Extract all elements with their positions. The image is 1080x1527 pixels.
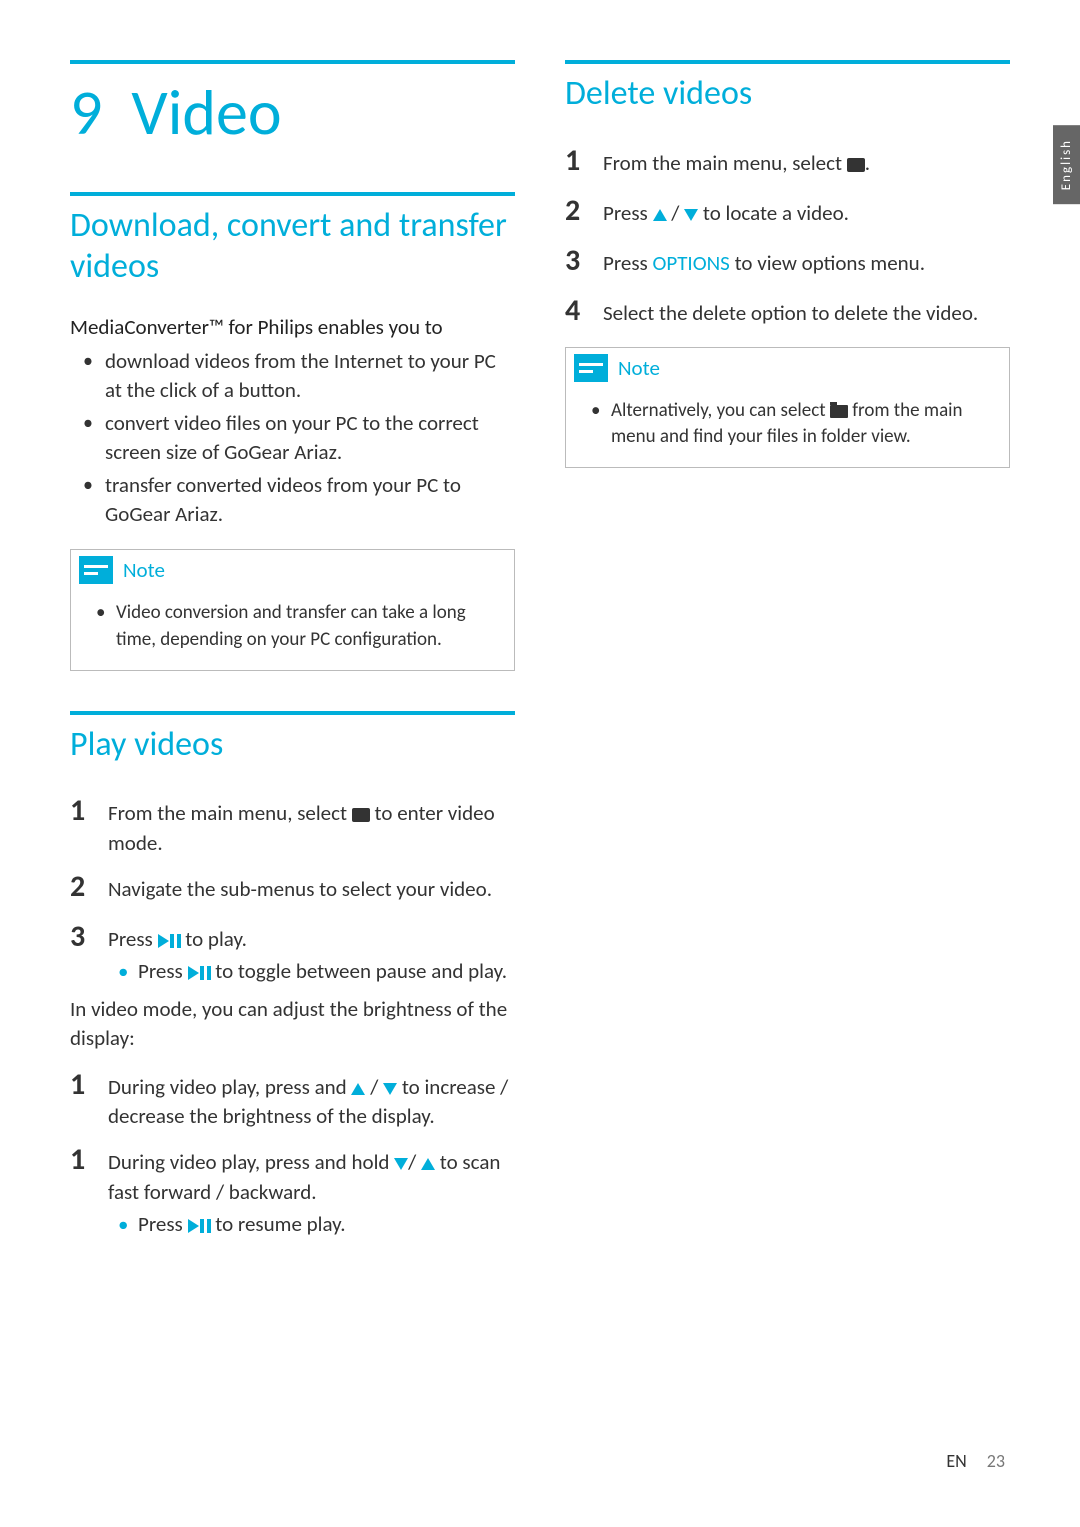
step-text: / bbox=[408, 1149, 421, 1175]
delete-steps: 1 From the main menu, select . 2 Press /… bbox=[565, 140, 1010, 332]
page-content: 9 Video Download, convert and transfer v… bbox=[0, 0, 1080, 1308]
sub-bullet: Press to toggle between pause and play. bbox=[108, 957, 515, 986]
step-number: 3 bbox=[565, 240, 603, 282]
step-number: 1 bbox=[70, 1139, 108, 1181]
video-icon bbox=[352, 808, 370, 822]
note-icon bbox=[79, 556, 113, 584]
sub-text: Press bbox=[138, 958, 188, 984]
step-number: 3 bbox=[70, 916, 108, 958]
down-arrow-icon bbox=[383, 1083, 397, 1095]
delete-step-3: 3 Press OPTIONS to view options menu. bbox=[565, 240, 1010, 282]
note-header: Note bbox=[71, 550, 514, 590]
list-item: convert video files on your PC to the co… bbox=[105, 409, 515, 468]
page-footer: EN 23 bbox=[946, 1450, 1005, 1472]
footer-page-number: 23 bbox=[987, 1450, 1005, 1472]
step-text: From the main menu, select bbox=[603, 150, 847, 176]
play-steps: 1 From the main menu, select to enter vi… bbox=[70, 790, 515, 987]
step-text: / bbox=[365, 1074, 383, 1100]
note-header: Note bbox=[566, 348, 1009, 388]
step-text: Select the delete option to delete the v… bbox=[603, 299, 1010, 328]
footer-language: EN bbox=[946, 1450, 966, 1472]
down-arrow-icon bbox=[684, 209, 698, 221]
intro-suffix: for Philips enables you to bbox=[224, 314, 443, 340]
note-text: Alternatively, you can select from the m… bbox=[596, 398, 989, 451]
step-text: During video play, press and bbox=[108, 1074, 351, 1100]
step-text: From the main menu, select bbox=[108, 800, 352, 826]
sub-text: Press bbox=[138, 1211, 188, 1237]
step-number: 4 bbox=[565, 290, 603, 332]
section-download-title: Download, convert and transfer videos bbox=[70, 192, 515, 288]
note-body: Video conversion and transfer can take a… bbox=[71, 590, 514, 669]
mediaconverter-intro: MediaConverter™ for Philips enables you … bbox=[70, 313, 515, 342]
step-2: 2 Navigate the sub-menus to select your … bbox=[70, 866, 515, 908]
step-text: Press bbox=[603, 200, 653, 226]
note-text: Video conversion and transfer can take a… bbox=[101, 600, 494, 653]
language-tab: English bbox=[1053, 125, 1080, 204]
up-arrow-icon bbox=[351, 1083, 365, 1095]
step-text: Press bbox=[108, 926, 158, 952]
step-text: to play. bbox=[181, 926, 247, 952]
step-text: . bbox=[865, 150, 870, 176]
note-box-alternative: Note Alternatively, you can select from … bbox=[565, 347, 1010, 468]
step-text: to locate a video. bbox=[698, 200, 849, 226]
step-number: 2 bbox=[565, 190, 603, 232]
sub-text: to toggle between pause and play. bbox=[211, 958, 508, 984]
step-text: to view options menu. bbox=[730, 250, 925, 276]
section-delete-title: Delete videos bbox=[565, 60, 1010, 115]
note-label: Note bbox=[123, 557, 165, 583]
down-arrow-icon bbox=[394, 1158, 408, 1170]
features-list: download videos from the Internet to you… bbox=[70, 347, 515, 529]
step-number: 1 bbox=[565, 140, 603, 182]
sub-text: to resume play. bbox=[211, 1211, 346, 1237]
step-number: 2 bbox=[70, 866, 108, 908]
list-item: download videos from the Internet to you… bbox=[105, 347, 515, 406]
step-text: / bbox=[667, 200, 685, 226]
scan-step: 1 During video play, press and hold / to… bbox=[70, 1139, 515, 1239]
chapter-name: Video bbox=[131, 74, 281, 152]
play-pause-icon bbox=[188, 1219, 211, 1233]
sub-item: Press to resume play. bbox=[138, 1210, 515, 1239]
sub-bullet: Press to resume play. bbox=[108, 1210, 515, 1239]
note-box-conversion: Note Video conversion and transfer can t… bbox=[70, 549, 515, 670]
note-body: Alternatively, you can select from the m… bbox=[566, 388, 1009, 467]
brightness-steps: 1 During video play, press and / to incr… bbox=[70, 1064, 515, 1240]
delete-step-2: 2 Press / to locate a video. bbox=[565, 190, 1010, 232]
step-number: 1 bbox=[70, 790, 108, 832]
note-label: Note bbox=[618, 355, 660, 381]
step-text: During video play, press and hold bbox=[108, 1149, 394, 1175]
folder-icon bbox=[830, 405, 848, 418]
sub-item: Press to toggle between pause and play. bbox=[138, 957, 515, 986]
note-icon bbox=[574, 354, 608, 382]
video-icon bbox=[847, 158, 865, 172]
note-before: Alternatively, you can select bbox=[611, 399, 830, 422]
chapter-title: 9 Video bbox=[70, 60, 515, 152]
right-column: Delete videos 1 From the main menu, sele… bbox=[565, 60, 1010, 1248]
step-text: Navigate the sub-menus to select your vi… bbox=[108, 875, 515, 904]
brightness-step: 1 During video play, press and / to incr… bbox=[70, 1064, 515, 1132]
delete-step-4: 4 Select the delete option to delete the… bbox=[565, 290, 1010, 332]
mediaconverter-name: MediaConverter™ bbox=[70, 314, 224, 340]
play-pause-icon bbox=[188, 966, 211, 980]
delete-step-1: 1 From the main menu, select . bbox=[565, 140, 1010, 182]
left-column: 9 Video Download, convert and transfer v… bbox=[70, 60, 515, 1248]
step-1: 1 From the main menu, select to enter vi… bbox=[70, 790, 515, 858]
play-pause-icon bbox=[158, 934, 181, 948]
up-arrow-icon bbox=[653, 209, 667, 221]
section-play-title: Play videos bbox=[70, 711, 515, 766]
chapter-number: 9 bbox=[70, 74, 102, 152]
options-label: OPTIONS bbox=[653, 250, 730, 276]
brightness-intro: In video mode, you can adjust the bright… bbox=[70, 995, 515, 1054]
step-text: Press bbox=[603, 250, 653, 276]
step-3: 3 Press to play. Press to toggle between… bbox=[70, 916, 515, 987]
up-arrow-icon bbox=[421, 1158, 435, 1170]
step-number: 1 bbox=[70, 1064, 108, 1106]
list-item: transfer converted videos from your PC t… bbox=[105, 471, 515, 530]
